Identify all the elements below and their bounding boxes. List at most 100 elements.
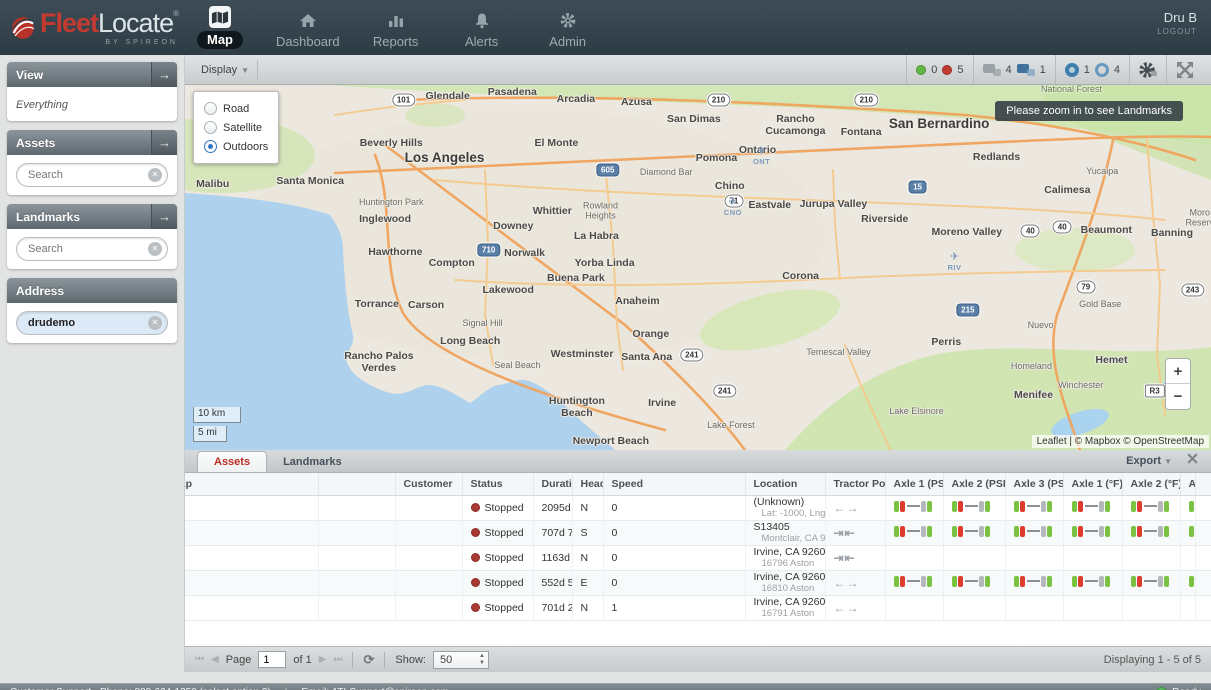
heading-cell: N [572,495,603,520]
column-header[interactable]: Tractor Power [825,473,885,495]
map-attribution[interactable]: Leaflet | © Mapbox © OpenStreetMap [1032,435,1209,448]
tab-assets[interactable]: Assets [197,451,267,472]
column-header[interactable]: Status [462,473,533,495]
map-settings-gear-icon [1139,61,1157,79]
axle-tires-icon [1014,526,1053,537]
bottom-tabbar: Assets Landmarks Export ▼ [185,450,1211,473]
axle-tires-icon [952,501,991,512]
map-layer-panel: Road Satellite Outdoors [193,91,279,164]
column-header[interactable]: Location [745,473,825,495]
show-label: Show: [395,654,426,666]
nav-item-dashboard[interactable]: Dashboard [276,9,340,49]
collapse-panel-button[interactable] [1186,452,1199,470]
column-header[interactable]: Axle 2 (°F) [1122,473,1180,495]
table-row[interactable]: Stopped552d 5h 47mE0Irvine, CA 926061681… [185,570,1211,595]
export-button[interactable]: Export ▼ [1118,451,1180,471]
nav-item-map[interactable]: Map [190,6,250,49]
refresh-icon[interactable]: ⟳ [363,652,374,668]
next-page-button[interactable]: ▶ [319,654,327,665]
landmarks-panel-arrow-button[interactable]: → [151,204,177,229]
zoom-in-button[interactable]: + [1166,359,1190,384]
layer-option-outdoors[interactable]: Outdoors [204,137,268,156]
column-header[interactable]: Heading [572,473,603,495]
speed-cell: 0 [603,545,745,570]
zoom-out-button[interactable]: − [1166,384,1190,409]
map-canvas[interactable]: GlendalePasadenaArcadiaAzusaSan DimasRan… [185,85,1211,450]
address-clear-icon[interactable]: ✕ [148,316,162,330]
column-header[interactable]: Axle 2 (PSI) [943,473,1005,495]
axle-tires-icon [1131,526,1170,537]
gray-bubbles-icon[interactable] [983,63,1001,76]
column-header[interactable]: Duration [533,473,572,495]
column-header[interactable]: Customer [395,473,462,495]
axle-cell [943,545,1005,570]
nav-item-admin[interactable]: Admin [538,9,598,49]
prev-page-button[interactable]: ◀ [211,654,219,665]
assets-panel-title: Assets [16,136,55,150]
filled-circle-icon[interactable] [1065,63,1079,77]
axle-cell [943,595,1005,620]
landmarks-search-input[interactable] [16,237,168,261]
column-header[interactable]: Axle 3 (°F) [1180,473,1196,495]
map-icon [209,6,231,28]
stopped-assets-icon[interactable] [942,65,952,75]
axle-tires-icon [1014,576,1053,587]
moving-assets-icon[interactable] [916,65,926,75]
page-number-input[interactable] [258,651,286,668]
customer-cell [395,545,462,570]
zoom-landmarks-tooltip: Please zoom in to see Landmarks [995,101,1183,121]
display-dropdown-button[interactable]: Display▼ [193,60,258,80]
axle-cell [1122,570,1180,595]
last-page-button[interactable]: ⏭ [333,654,342,665]
logout-button[interactable]: LOGOUT [1157,27,1197,36]
axle-cell [1122,520,1180,545]
column-header[interactable]: Axle 3 (PSI) [1005,473,1063,495]
nav-item-reports[interactable]: Reports [366,9,426,49]
radio-satellite[interactable] [204,121,217,134]
column-header[interactable] [318,473,395,495]
assets-search-input[interactable] [16,163,168,187]
table-row[interactable]: Stopped2095d 4h 0mN0(Unknown)Lat: -1000,… [185,495,1211,520]
column-header[interactable]: Map [185,473,318,495]
speed-cell: 0 [603,495,745,520]
expand-map-button[interactable] [1166,55,1203,84]
landmarks-search-clear-icon[interactable]: ✕ [148,242,162,256]
user-name: Dru B [1157,10,1197,25]
page-of-label: of 1 [293,654,311,666]
address-input[interactable] [16,311,168,335]
nav-item-label: Map [197,31,243,49]
page-size-select[interactable]: 50 ▲▼ [433,651,489,669]
axle-cell [1122,595,1180,620]
brand-logo[interactable]: FleetLocate® BY SPIREON [0,10,178,46]
tab-landmarks[interactable]: Landmarks [267,452,358,472]
blue-bubbles-icon[interactable] [1017,63,1035,76]
table-row[interactable]: Stopped1163d 1h 37mN0Irvine, CA 92606167… [185,545,1211,570]
scale-bar-km: 10 km [193,407,241,423]
axle-tires-icon [1189,501,1196,512]
brand-reg: ® [173,9,178,18]
assets-search-clear-icon[interactable]: ✕ [148,168,162,182]
first-page-button[interactable]: ⏮ [195,654,204,665]
spinner-arrows-icon: ▲▼ [479,653,485,667]
axle-cell [1122,495,1180,520]
radio-road[interactable] [204,102,217,115]
layer-option-satellite[interactable]: Satellite [204,118,268,137]
view-value[interactable]: Everything [16,99,68,111]
nav-item-label: Dashboard [276,34,340,49]
open-circle-icon[interactable] [1095,63,1109,77]
map-settings-button[interactable] [1129,55,1166,84]
column-header[interactable]: Speed [603,473,745,495]
view-panel-arrow-button[interactable]: → [151,62,177,87]
radio-outdoors[interactable] [204,140,217,153]
assets-panel-arrow-button[interactable]: → [151,130,177,155]
stopped-assets-count: 5 [957,64,963,76]
nav-item-alerts[interactable]: Alerts [452,9,512,49]
axle-tires-icon [1014,501,1053,512]
column-header[interactable]: Axle 1 (°F) [1063,473,1122,495]
table-row[interactable]: Stopped707d 7h 20mS0S13405Montclair, CA … [185,520,1211,545]
table-row[interactable]: Stopped701d 2h 51mN1Irvine, CA 926061679… [185,595,1211,620]
layer-option-road[interactable]: Road [204,99,268,118]
speed-cell: 0 [603,520,745,545]
view-panel: View → Everything [7,62,177,121]
column-header[interactable]: Axle 1 (PSI) [885,473,943,495]
